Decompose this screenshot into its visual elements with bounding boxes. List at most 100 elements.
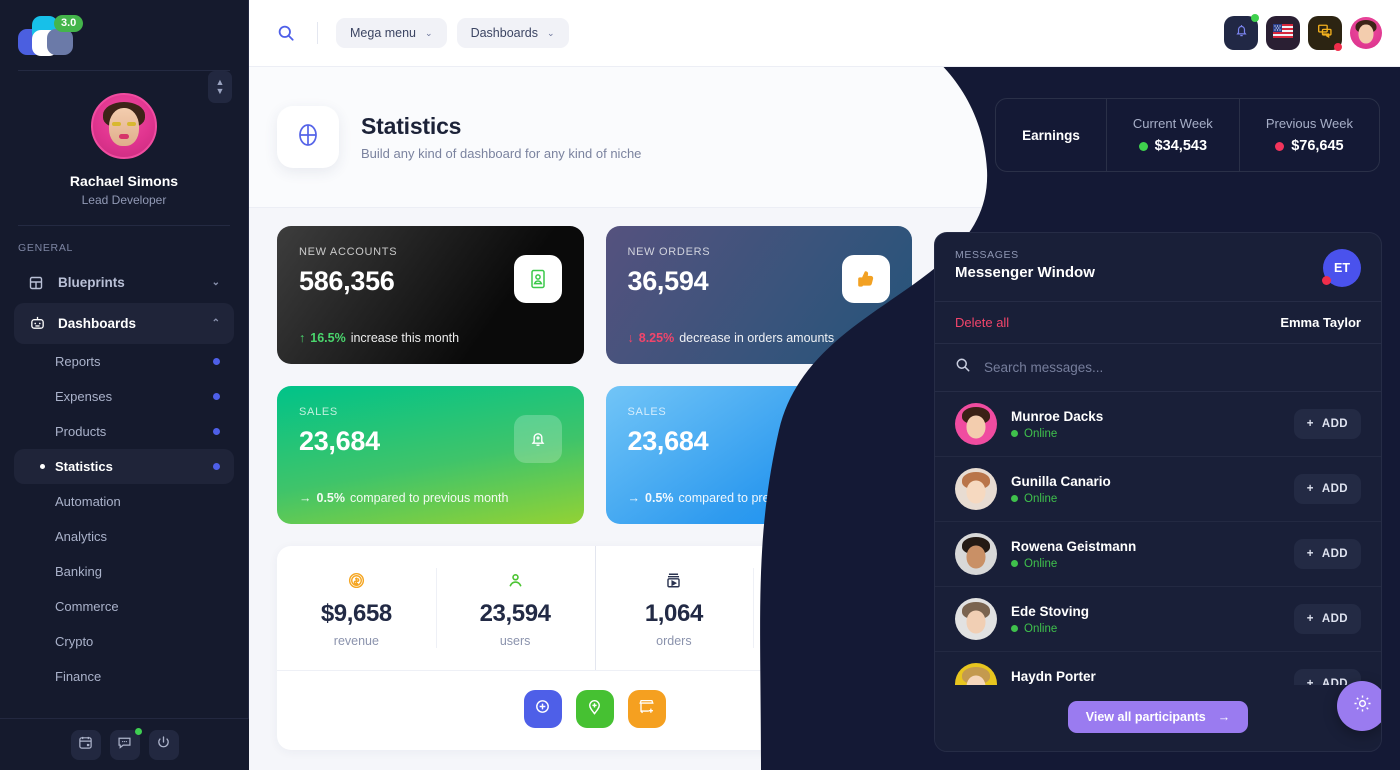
stat-card-sales-blue[interactable]: SALES 23,684 → 0.5% compared to previous… [605,386,912,524]
sidebar-subitem-label: Banking [55,564,102,579]
avatar [955,468,997,510]
messenger-avatar-badge[interactable]: ET [1322,249,1361,287]
blueprint-icon [28,274,46,292]
contact-info: Haydn Porter Online [1011,669,1096,686]
search-input[interactable] [984,360,1361,375]
add-contact-button[interactable]: + ADD [1293,409,1361,439]
metric-value: $9,658 [320,600,392,627]
user-avatar[interactable] [1350,17,1382,49]
delete-all-button[interactable]: Delete all [955,315,1009,330]
bell-plus-icon [842,415,890,463]
stat-card-note: decrease in orders amounts [679,331,835,345]
contact-info: Rowena Geistmann Online [1011,539,1136,570]
store-add-button[interactable] [627,690,666,728]
stat-card-new-accounts[interactable]: NEW ACCOUNTS 586,356 ↑ 16.5% increase th… [277,226,584,364]
notifications-button[interactable] [1224,14,1259,50]
view-all-label: View all participants [1085,710,1206,724]
search-icon[interactable] [277,24,295,42]
sidebar-subitem-reports[interactable]: Reports [14,344,234,379]
chat-button[interactable] [109,727,142,760]
chevron-down-icon: ⌄ [425,27,433,38]
sidebar-subitem-crypto[interactable]: Crypto [14,624,234,659]
add-contact-button[interactable]: + ADD [1293,474,1361,504]
contact-row[interactable]: Ede Stoving Online + ADD [935,587,1381,652]
contact-name: Munroe Dacks [1011,408,1104,424]
stat-card-new-orders[interactable]: NEW ORDERS 36,594 ↓ 8.25% decrease in or… [605,226,912,364]
robot-icon [28,315,46,333]
sidebar-subitem-analytics[interactable]: Analytics [14,519,234,554]
contact-row[interactable]: Rowena Geistmann Online + ADD [935,522,1381,587]
trend-flat-icon: → [299,491,312,505]
contact-row[interactable]: Haydn Porter Online + ADD [935,652,1381,685]
settings-button[interactable] [1337,681,1381,731]
location-button[interactable] [575,690,614,728]
contact-name: Ede Stoving [1011,603,1090,619]
stat-card-footer: ↓ 8.25% decrease in orders amounts [628,331,835,345]
sidebar-subitem-finance[interactable]: Finance [14,659,234,694]
sidebar-subitem-automation[interactable]: Automation [14,484,234,519]
earnings-title: Earnings [1022,128,1080,143]
status-dot-red [1275,141,1285,151]
stat-card-percent: 0.5% [316,491,346,505]
sidebar-item-label: Dashboards [58,316,137,331]
trend-flat-icon: → [627,491,641,505]
avatar [955,598,997,640]
trend-down-icon: ↓ [627,331,634,345]
arrow-right-icon: → [1217,710,1231,724]
sidebar-subitem-commerce[interactable]: Commerce [14,589,234,624]
avatar[interactable] [91,93,157,159]
earnings-value: $34,543 [1154,138,1208,154]
logo[interactable]: 3.0 [0,0,248,70]
contact-name: Haydn Porter [1011,668,1096,684]
metric-value: 9,678M [793,600,872,627]
page-header-text: Statistics Build any kind of dashboard f… [361,113,641,161]
profile-switch-button[interactable]: ▲ ▼ [208,71,232,103]
messages-button[interactable] [1308,16,1342,51]
sidebar-subitem-banking[interactable]: Banking [14,554,234,589]
sidebar-subitem-statistics[interactable]: Statistics [14,449,234,484]
coin-icon [277,570,436,590]
stat-card-sales-green[interactable]: SALES 23,684 → 0.5% compared to previous… [277,386,584,524]
messenger-header: MESSAGES Messenger Window ET [935,233,1381,302]
language-button[interactable] [1266,16,1300,50]
version-badge: 3.0 [54,15,84,32]
user-icon [436,570,595,590]
sidebar-item-dashboards[interactable]: Dashboards ⌃ [14,303,234,344]
metric-value: 23,594 [479,600,551,627]
contact-status: Online [1011,558,1136,570]
sidebar-subitem-label: Analytics [55,529,108,544]
add-label: ADD [1321,548,1348,560]
power-icon [156,735,171,755]
messenger-search[interactable] [935,344,1381,392]
sidebar-subitem-products[interactable]: Products [14,414,234,449]
calendar-button[interactable] [70,729,101,760]
add-button[interactable] [523,690,562,728]
sidebar-subitem-expenses[interactable]: Expenses [14,379,234,414]
contact-row[interactable]: Munroe Dacks Online + ADD [935,392,1381,457]
stat-card-percent: 8.25% [638,331,675,345]
metric-revenue: $9,658 revenue [277,546,436,670]
metric-label: users [499,634,531,648]
add-contact-button[interactable]: + ADD [1293,604,1361,634]
metric-actions [277,670,912,750]
mega-menu-button[interactable]: Mega menu ⌄ [336,18,447,48]
messenger-window: MESSAGES Messenger Window ET Delete all … [934,232,1382,752]
view-all-participants-button[interactable]: View all participants → [1067,701,1249,733]
contact-row[interactable]: Gunilla Canario Online + ADD [935,457,1381,522]
pie-chart-icon [293,120,323,155]
add-label: ADD [1321,678,1348,685]
sidebar-item-blueprints[interactable]: Blueprints ⌄ [14,262,234,303]
earnings-value-row: $76,645 [1266,138,1353,154]
contact-name: Rowena Geistmann [1011,538,1137,554]
earnings-title-cell: Earnings [996,99,1106,171]
add-contact-button[interactable]: + ADD [1293,539,1361,569]
dashboards-menu-button[interactable]: Dashboards ⌄ [456,18,569,48]
earnings-value-row: $34,543 [1133,138,1213,154]
left-column: NEW ACCOUNTS 586,356 ↑ 16.5% increase th… [277,226,912,750]
power-button[interactable] [148,729,179,760]
plus-circle-icon [533,697,552,721]
stat-card-footer: ↑ 16.5% increase this month [299,331,459,345]
current-contact-name: Emma Taylor [1280,315,1361,330]
active-bullet-icon [40,464,45,469]
stat-cards-grid: NEW ACCOUNTS 586,356 ↑ 16.5% increase th… [277,226,912,524]
